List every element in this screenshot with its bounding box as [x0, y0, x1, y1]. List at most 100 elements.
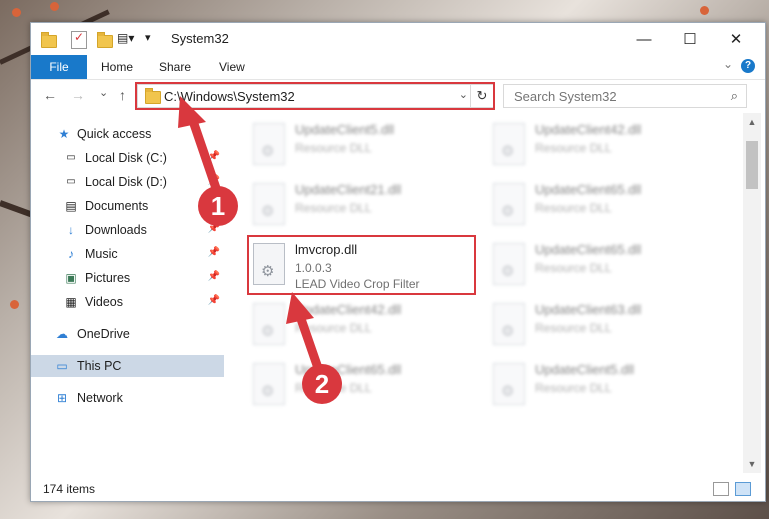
sidebar-item-label: Local Disk (D:) [85, 175, 167, 189]
sidebar-item-videos[interactable]: ▦ Videos 📌 [31, 291, 224, 313]
sidebar-item-network[interactable]: ⊞ Network [31, 387, 224, 409]
file-name: UpdateClient63.dll [535, 302, 642, 317]
vertical-scrollbar[interactable]: ▲ ▼ [743, 113, 761, 473]
file-description: Resource DLL [535, 141, 612, 155]
dll-file-icon [493, 303, 525, 345]
file-description: Resource DLL [295, 141, 372, 155]
sidebar-item-this-pc[interactable]: ▭ This PC [31, 355, 224, 377]
file-item[interactable]: UpdateClient65.dll Resource DLL [249, 359, 479, 411]
sidebar-item-label: Local Disk (C:) [85, 151, 167, 165]
dll-file-icon [493, 123, 525, 165]
scroll-up-icon[interactable]: ▲ [743, 117, 761, 127]
sidebar-item-label: This PC [77, 359, 122, 373]
tab-view[interactable]: View [219, 60, 245, 74]
background-leaf [12, 8, 21, 17]
file-item[interactable]: UpdateClient21.dll Resource DLL [249, 179, 479, 231]
sidebar-item-label: Music [85, 247, 118, 261]
file-highlight-box [247, 235, 476, 295]
music-icon: ♪ [68, 247, 74, 261]
sidebar-item-label: Videos [85, 295, 123, 309]
properties-icon[interactable]: ✓ [71, 30, 87, 49]
tab-share[interactable]: Share [159, 60, 191, 74]
navigation-bar: ← → ⌄ ↑ C:\Windows\System32 ⌄ ↻ ⌕ [31, 80, 765, 112]
minimize-button[interactable]: — [621, 23, 667, 55]
sidebar-item-quick-access[interactable]: ★ Quick access [31, 123, 224, 145]
file-item[interactable]: UpdateClient65.dll Resource DLL [489, 239, 719, 291]
file-description: Resource DLL [535, 381, 612, 395]
tab-file[interactable]: File [31, 55, 87, 79]
file-list: UpdateClient5.dll Resource DLL UpdateCli… [227, 113, 741, 473]
customize-icon[interactable]: ▤▾ [117, 31, 134, 47]
file-description: Resource DLL [295, 321, 372, 335]
file-name: UpdateClient42.dll [535, 122, 642, 137]
scrollbar-thumb[interactable] [746, 141, 758, 189]
close-button[interactable]: ✕ [713, 23, 759, 55]
dll-file-icon [253, 363, 285, 405]
search-box[interactable]: ⌕ [503, 84, 747, 108]
sidebar-item-local-disk-d[interactable]: ▭ Local Disk (D:) 📌 [31, 171, 224, 193]
search-input[interactable] [512, 88, 716, 105]
dll-file-icon [493, 183, 525, 225]
callout-2: 2 [302, 364, 342, 404]
dll-file-icon [253, 123, 285, 165]
dll-file-icon [493, 363, 525, 405]
status-bar: 174 items [31, 478, 765, 500]
sidebar-item-pictures[interactable]: ▣ Pictures 📌 [31, 267, 224, 289]
pin-icon: 📌 [207, 271, 220, 282]
cloud-icon: ☁ [56, 327, 68, 341]
forward-button[interactable]: → [71, 87, 85, 103]
scroll-down-icon[interactable]: ▼ [743, 459, 761, 469]
sidebar-item-onedrive[interactable]: ☁ OneDrive [31, 323, 224, 345]
item-count: 174 items [43, 482, 96, 496]
file-item[interactable]: UpdateClient63.dll Resource DLL [489, 299, 719, 351]
help-icon[interactable]: ? [741, 59, 755, 73]
background-leaf [700, 6, 709, 15]
sidebar-item-label: Quick access [77, 127, 152, 141]
sidebar-item-downloads[interactable]: ↓ Downloads 📌 [31, 219, 224, 241]
file-name: UpdateClient65.dll [535, 242, 642, 257]
background-leaf [50, 2, 59, 11]
sidebar-item-documents[interactable]: ▤ Documents 📌 [31, 195, 224, 217]
callout-1: 1 [198, 186, 238, 226]
up-button[interactable]: ↑ [119, 87, 126, 103]
sidebar-item-label: Documents [85, 199, 149, 213]
folder-icon [41, 32, 57, 48]
file-description: Resource DLL [535, 321, 612, 335]
address-highlight-box [135, 82, 495, 110]
sidebar-item-music[interactable]: ♪ Music 📌 [31, 243, 224, 265]
file-item[interactable]: UpdateClient5.dll Resource DLL [489, 359, 719, 411]
navigation-pane: ★ Quick access ▭ Local Disk (C:) 📌 ▭ Loc… [31, 113, 224, 473]
qat-dropdown-icon[interactable]: ▾ [145, 31, 151, 47]
back-button[interactable]: ← [43, 87, 57, 103]
pin-icon: 📌 [207, 151, 220, 162]
star-icon: ★ [58, 127, 70, 141]
computer-icon: ▭ [56, 359, 68, 373]
file-item[interactable]: UpdateClient5.dll Resource DLL [249, 119, 479, 171]
drive-icon: ▭ [66, 152, 76, 163]
sidebar-item-label: Pictures [85, 271, 131, 285]
large-icons-view-icon[interactable] [735, 482, 751, 496]
download-icon: ↓ [68, 223, 74, 237]
window-title: System32 [171, 31, 229, 46]
file-item[interactable]: UpdateClient42.dll Resource DLL [249, 299, 479, 351]
pin-icon: 📌 [207, 247, 220, 258]
pin-icon: 📌 [207, 175, 220, 186]
sidebar-item-local-disk-c[interactable]: ▭ Local Disk (C:) 📌 [31, 147, 224, 169]
file-name: UpdateClient5.dll [535, 362, 635, 377]
videos-icon: ▦ [65, 295, 77, 309]
expand-ribbon-icon[interactable]: ⌄ [723, 57, 733, 71]
file-item[interactable]: UpdateClient65.dll Resource DLL [489, 179, 719, 231]
dll-file-icon [493, 243, 525, 285]
ribbon: File Home Share View ⌄ ? [31, 55, 765, 80]
pin-icon: 📌 [207, 295, 220, 306]
file-name: UpdateClient65.dll [535, 182, 642, 197]
recent-locations-button[interactable]: ⌄ [99, 86, 108, 99]
tab-home[interactable]: Home [101, 60, 133, 74]
maximize-button[interactable]: ☐ [667, 23, 713, 55]
file-name: UpdateClient42.dll [295, 302, 402, 317]
documents-icon: ▤ [65, 199, 77, 213]
new-folder-icon[interactable] [97, 32, 113, 48]
file-item[interactable]: UpdateClient42.dll Resource DLL [489, 119, 719, 171]
details-view-icon[interactable] [713, 482, 729, 496]
search-icon[interactable]: ⌕ [731, 88, 738, 104]
